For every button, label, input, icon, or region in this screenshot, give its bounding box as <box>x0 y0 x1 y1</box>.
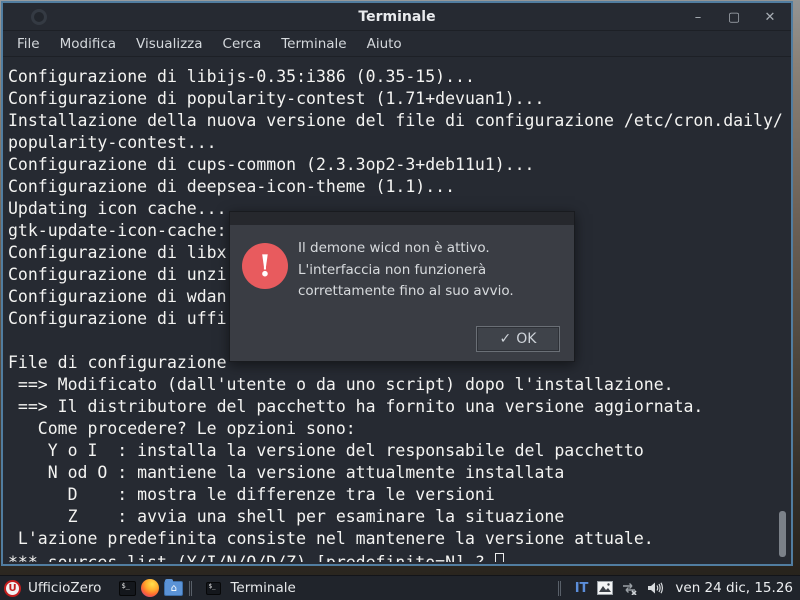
warning-icon: ! <box>242 243 288 289</box>
terminal-line: Y o I : installa la versione del respons… <box>8 440 789 462</box>
terminal-line: popularity-contest... <box>8 132 789 154</box>
taskbar-separator <box>189 581 192 596</box>
ok-button-label: OK <box>516 331 536 347</box>
volume-icon[interactable] <box>646 580 663 596</box>
terminal-line: Configurazione di deepsea-icon-theme (1.… <box>8 176 789 198</box>
task-button-terminale[interactable]: $_ Terminale <box>198 576 303 600</box>
file-manager-launcher-icon[interactable]: ⌂ <box>164 581 183 596</box>
terminal-line: D : mostra le differenze tra le versioni <box>8 484 789 506</box>
menu-visualizza[interactable]: Visualizza <box>126 33 213 55</box>
terminal-launcher-icon[interactable]: $_ <box>119 581 136 596</box>
terminal-line: N od O : mantiene la versione attualment… <box>8 462 789 484</box>
app-menu-label: UfficioZero <box>28 580 101 596</box>
terminal-prompt: *** sources.list (Y/I/N/O/D/Z) [predefin… <box>8 553 495 562</box>
terminal-line: Come procedere? Le opzioni sono: <box>8 418 789 440</box>
ufficiozero-logo-icon: U <box>4 580 21 597</box>
menu-file[interactable]: File <box>7 33 50 55</box>
taskbar: U UfficioZero $_ ⌂ $_ Terminale IT <box>0 575 800 600</box>
terminal-cursor <box>495 553 504 562</box>
dialog-titlebar[interactable] <box>230 212 574 225</box>
window-title: Terminale <box>3 9 791 25</box>
wicd-alert-dialog: ! Il demone wicd non è attivo. L'interfa… <box>229 211 575 362</box>
app-menu-button[interactable]: U UfficioZero <box>0 576 107 600</box>
firefox-launcher-icon[interactable] <box>141 579 159 597</box>
clock[interactable]: ven 24 dic, 15.26 <box>675 580 793 596</box>
terminal-task-icon: $_ <box>206 582 221 595</box>
terminal-line: Configurazione di libijs-0.35:i386 (0.35… <box>8 66 789 88</box>
terminal-line: Z : avvia una shell per esaminare la sit… <box>8 506 789 528</box>
terminal-line: ==> Modificato (dall'utente o da uno scr… <box>8 374 789 396</box>
dialog-message: Il demone wicd non è attivo. L'interfacc… <box>298 238 574 303</box>
terminal-line: Installazione della nuova versione del f… <box>8 110 789 132</box>
window-titlebar[interactable]: Terminale – ▢ ✕ <box>3 3 791 31</box>
menu-cerca[interactable]: Cerca <box>213 33 272 55</box>
task-button-label: Terminale <box>230 580 295 596</box>
minimize-icon[interactable]: – <box>687 6 709 28</box>
maximize-icon[interactable]: ▢ <box>723 6 745 28</box>
close-icon[interactable]: ✕ <box>759 6 781 28</box>
terminal-prompt-line: *** sources.list (Y/I/N/O/D/Z) [predefin… <box>8 550 789 562</box>
terminal-line: ==> Il distributore del pacchetto ha for… <box>8 396 789 418</box>
terminal-line: Configurazione di cups-common (2.3.3op2-… <box>8 154 789 176</box>
menu-terminale[interactable]: Terminale <box>271 33 356 55</box>
check-icon: ✓ <box>500 331 512 347</box>
menu-bar: File Modifica Visualizza Cerca Terminale… <box>3 31 791 57</box>
terminal-line: L'azione predefinita consiste nel manten… <box>8 528 789 550</box>
screenshot-image-icon[interactable] <box>596 580 613 596</box>
keyboard-layout-indicator[interactable]: IT <box>575 581 589 596</box>
terminal-line: Configurazione di popularity-contest (1.… <box>8 88 789 110</box>
menu-aiuto[interactable]: Aiuto <box>357 33 412 55</box>
window-app-icon <box>31 9 47 25</box>
network-disconnected-icon[interactable] <box>621 580 638 596</box>
menu-modifica[interactable]: Modifica <box>50 33 126 55</box>
tray-separator <box>558 581 561 596</box>
ok-button[interactable]: ✓ OK <box>476 326 560 352</box>
terminal-scrollbar[interactable] <box>779 511 786 557</box>
